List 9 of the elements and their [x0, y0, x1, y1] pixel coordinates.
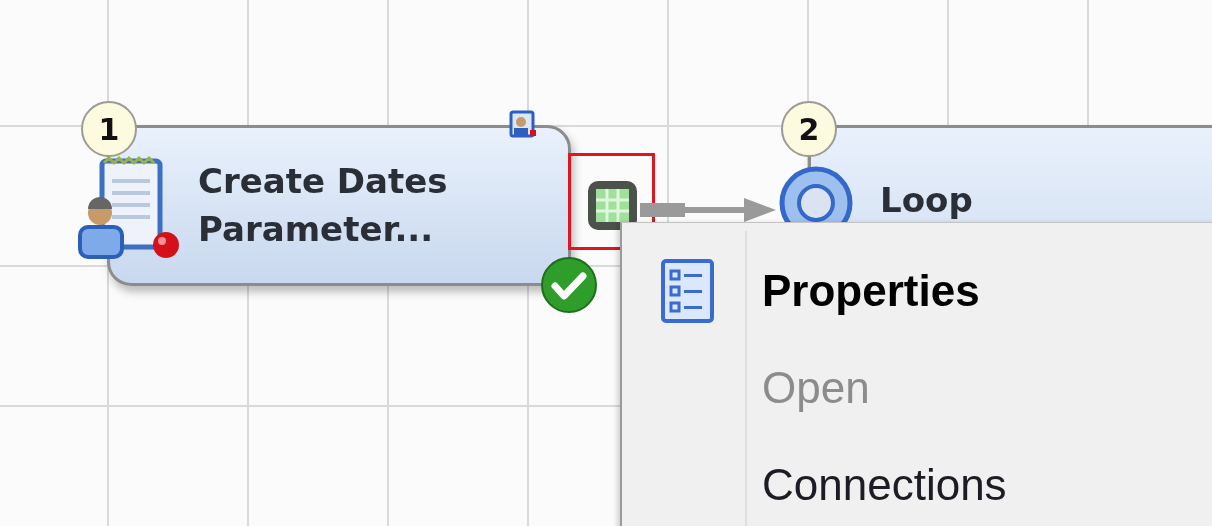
- table-icon[interactable]: [585, 178, 640, 233]
- node-title: Create Dates Parameter...: [198, 160, 449, 251]
- user-properties-icon: [508, 108, 538, 140]
- menu-item[interactable]: Properties: [762, 265, 980, 316]
- node-title: Loop: [880, 180, 973, 220]
- properties-icon: [659, 257, 715, 324]
- menu-item[interactable]: Connections: [762, 459, 1007, 510]
- step-number: 1: [81, 101, 137, 157]
- step-number: 2: [781, 101, 837, 157]
